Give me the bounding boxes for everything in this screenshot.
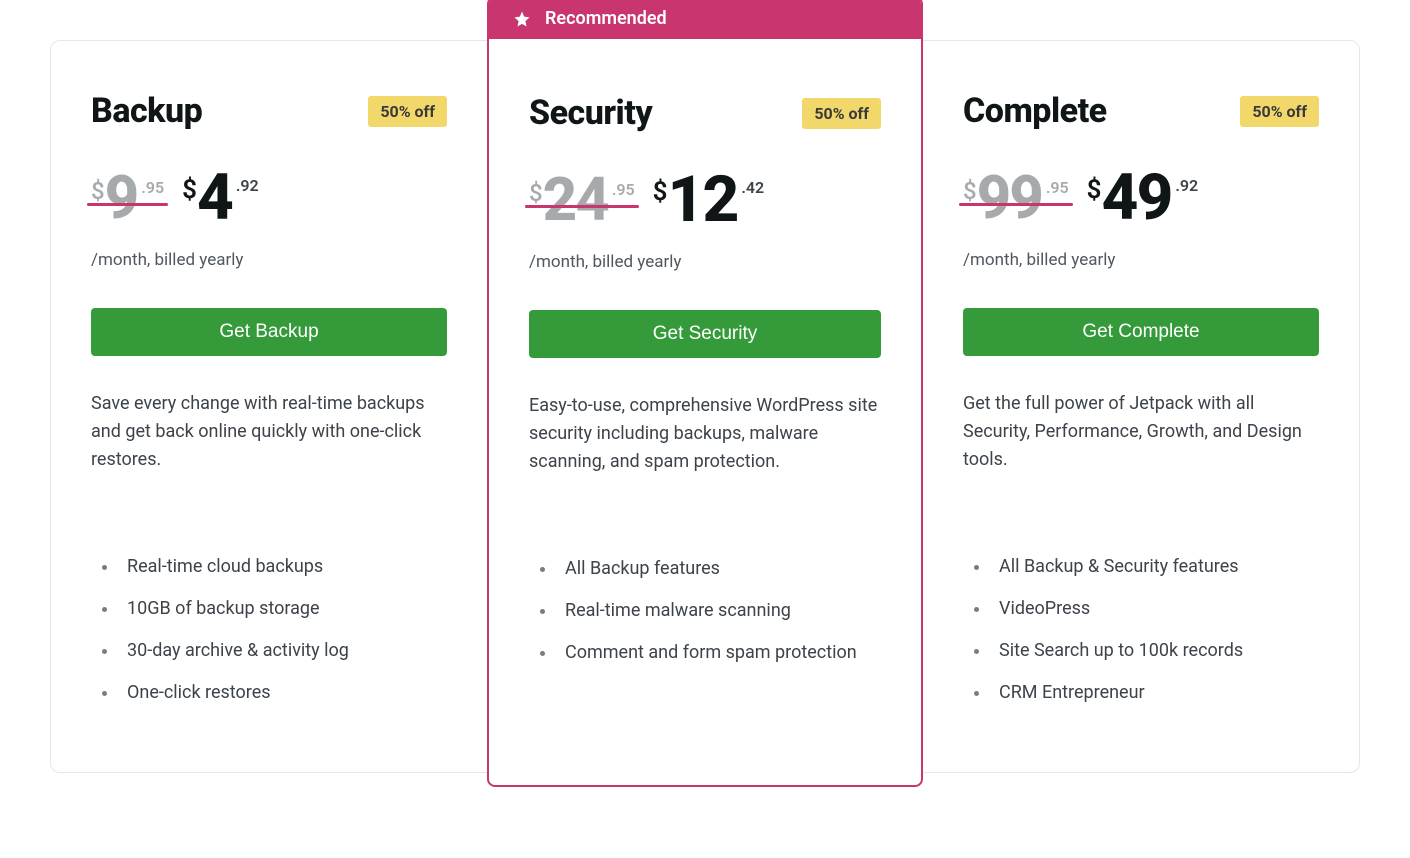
feature-list: All Backup & Security features VideoPres… [963, 554, 1319, 706]
plan-header: Security 50% off [529, 93, 881, 133]
pricing-table: Backup 50% off $ 9 .95 $ 4 .92 /month, b… [50, 40, 1360, 773]
feature-item: VideoPress [991, 596, 1319, 622]
strikethrough-icon [525, 205, 639, 208]
feature-list: Real-time cloud backups 10GB of backup s… [91, 554, 447, 706]
plan-title: Backup [91, 91, 202, 131]
get-security-button[interactable]: Get Security [529, 310, 881, 358]
old-price-currency: $ [91, 168, 105, 205]
plan-header: Complete 50% off [963, 91, 1319, 131]
old-price-whole: 99 [977, 168, 1042, 228]
old-price: $ 24 .95 [529, 170, 635, 230]
plan-title: Complete [963, 91, 1107, 131]
plan-description: Save every change with real-time backups… [91, 390, 447, 474]
price-row: $ 99 .95 $ 49 .92 [963, 166, 1319, 230]
plan-description: Get the full power of Jetpack with all S… [963, 390, 1319, 474]
plan-header: Backup 50% off [91, 91, 447, 131]
new-price-currency: $ [653, 168, 668, 207]
feature-item: All Backup & Security features [991, 554, 1319, 580]
billing-note: /month, billed yearly [963, 250, 1319, 270]
strikethrough-icon [87, 203, 168, 206]
plan-complete: Complete 50% off $ 99 .95 $ 49 .92 /mont… [923, 41, 1359, 772]
old-price-cents: .95 [141, 168, 164, 197]
plan-security: Recommended Security 50% off $ 24 .95 $ … [487, 0, 923, 787]
plan-title: Security [529, 93, 652, 133]
old-price-cents: .95 [612, 170, 635, 199]
get-backup-button[interactable]: Get Backup [91, 308, 447, 356]
feature-item: CRM Entrepreneur [991, 680, 1319, 706]
star-icon [513, 10, 531, 28]
feature-item: Real-time cloud backups [119, 554, 447, 580]
get-complete-button[interactable]: Get Complete [963, 308, 1319, 356]
new-price: $ 4 .92 [182, 166, 259, 230]
new-price: $ 12 .42 [653, 168, 765, 232]
feature-item: All Backup features [557, 556, 881, 582]
old-price-currency: $ [529, 170, 543, 207]
new-price-whole: 49 [1102, 166, 1172, 230]
old-price-cents: .95 [1046, 168, 1069, 197]
feature-item: Site Search up to 100k records [991, 638, 1319, 664]
feature-item: Real-time malware scanning [557, 598, 881, 624]
discount-badge: 50% off [368, 96, 447, 127]
feature-list: All Backup features Real-time malware sc… [529, 556, 881, 666]
old-price-whole: 24 [543, 170, 608, 230]
plan-backup: Backup 50% off $ 9 .95 $ 4 .92 /month, b… [51, 41, 487, 772]
feature-item: 30-day archive & activity log [119, 638, 447, 664]
billing-note: /month, billed yearly [91, 250, 447, 270]
old-price-currency: $ [963, 168, 977, 205]
new-price-whole: 12 [668, 168, 738, 232]
price-row: $ 24 .95 $ 12 .42 [529, 168, 881, 232]
new-price-currency: $ [1087, 166, 1102, 205]
old-price: $ 9 .95 [91, 168, 164, 228]
feature-item: 10GB of backup storage [119, 596, 447, 622]
discount-badge: 50% off [1240, 96, 1319, 127]
old-price-whole: 9 [105, 168, 138, 228]
plan-description: Easy-to-use, comprehensive WordPress sit… [529, 392, 881, 476]
discount-badge: 50% off [802, 98, 881, 129]
new-price-currency: $ [182, 166, 197, 205]
new-price-cents: .92 [1175, 166, 1198, 195]
strikethrough-icon [959, 203, 1073, 206]
recommended-label: Recommended [545, 8, 667, 29]
new-price-cents: .92 [236, 166, 259, 195]
billing-note: /month, billed yearly [529, 252, 881, 272]
new-price: $ 49 .92 [1087, 166, 1199, 230]
feature-item: One-click restores [119, 680, 447, 706]
recommended-banner: Recommended [489, 0, 921, 39]
new-price-cents: .42 [741, 168, 764, 197]
old-price: $ 99 .95 [963, 168, 1069, 228]
new-price-whole: 4 [197, 166, 232, 230]
price-row: $ 9 .95 $ 4 .92 [91, 166, 447, 230]
feature-item: Comment and form spam protection [557, 640, 881, 666]
